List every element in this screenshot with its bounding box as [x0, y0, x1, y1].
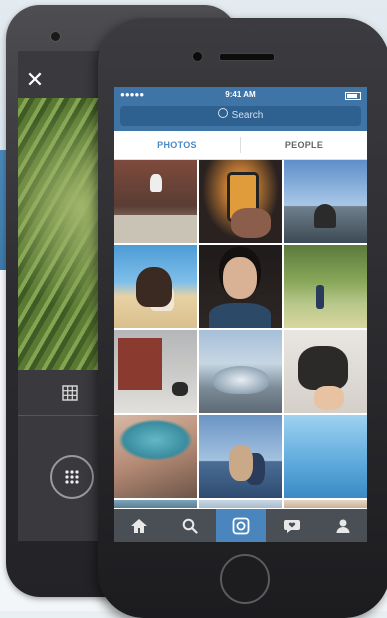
photo-thumbnail[interactable]: [284, 500, 367, 508]
photo-thumbnail[interactable]: [114, 160, 197, 243]
photo-thumbnail[interactable]: [284, 160, 367, 243]
photo-thumbnail[interactable]: [199, 160, 282, 243]
tab-people[interactable]: PEOPLE: [241, 131, 367, 159]
photo-thumbnail[interactable]: [114, 245, 197, 328]
photo-thumbnail[interactable]: [199, 500, 282, 508]
search-input[interactable]: Search: [120, 106, 361, 126]
photo-thumbnail[interactable]: [114, 500, 197, 508]
activity-icon[interactable]: [267, 509, 317, 542]
photo-thumbnail[interactable]: [284, 415, 367, 498]
photo-thumbnail[interactable]: [199, 330, 282, 413]
iphone-screen: ●●●●● 9:41 AM Search PHOTOS PEOPLE: [114, 87, 367, 542]
search-icon[interactable]: [165, 509, 215, 542]
grid-icon[interactable]: [62, 385, 78, 401]
battery-icon: [345, 92, 361, 100]
photo-grid: [114, 160, 367, 508]
search-icon: [217, 108, 228, 118]
photo-thumbnail[interactable]: [114, 415, 197, 498]
bottom-tab-bar: [114, 509, 367, 542]
status-time: 9:41 AM: [225, 90, 256, 99]
home-button[interactable]: [220, 554, 270, 604]
apps-button[interactable]: [50, 455, 94, 499]
status-bar: ●●●●● 9:41 AM: [114, 87, 367, 103]
camera-icon[interactable]: [216, 509, 266, 542]
iphone-speaker: [219, 53, 275, 61]
android-camera: [50, 31, 61, 42]
profile-icon[interactable]: [318, 509, 367, 542]
home-icon[interactable]: [114, 509, 164, 542]
photo-thumbnail[interactable]: [199, 415, 282, 498]
apps-grid-icon: [65, 470, 79, 484]
search-placeholder: Search: [231, 110, 264, 121]
iphone-camera: [192, 51, 203, 62]
close-icon[interactable]: ✕: [20, 65, 50, 95]
photo-thumbnail[interactable]: [199, 245, 282, 328]
tab-bar-top: PHOTOS PEOPLE: [114, 131, 367, 160]
tab-photos[interactable]: PHOTOS: [114, 131, 240, 159]
photo-thumbnail[interactable]: [284, 245, 367, 328]
photo-thumbnail[interactable]: [114, 330, 197, 413]
photo-thumbnail[interactable]: [284, 330, 367, 413]
search-header: Search: [114, 103, 367, 131]
